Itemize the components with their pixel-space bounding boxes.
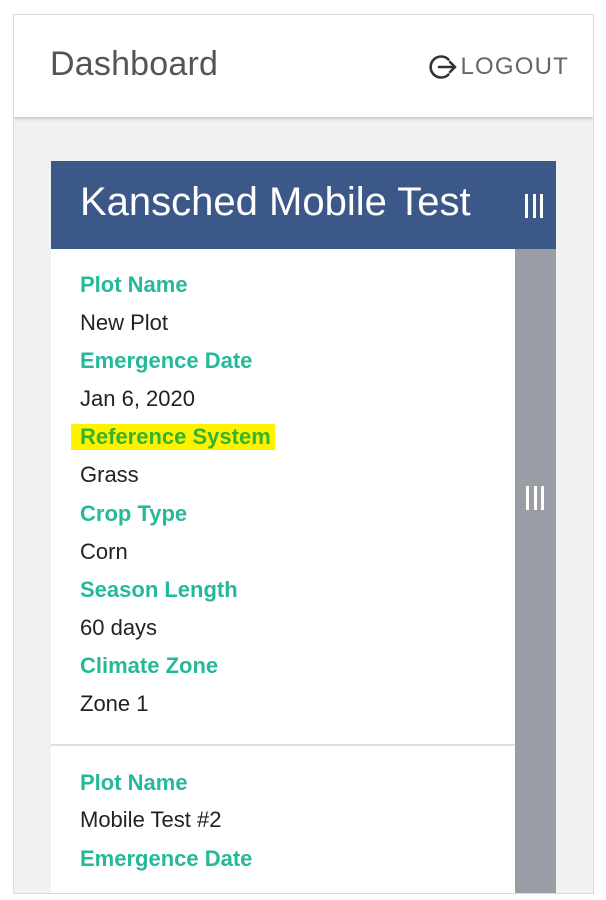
page-title: Dashboard bbox=[50, 45, 219, 83]
crop-type-label: Crop Type bbox=[80, 501, 188, 526]
season-length-value: 60 days bbox=[80, 615, 158, 640]
scrollbar[interactable] bbox=[515, 249, 556, 893]
logout-icon bbox=[429, 55, 457, 79]
farm-card: Kansched Mobile Test Plot Name New Plot … bbox=[51, 161, 556, 893]
plot-item[interactable]: Plot Name Mobile Test #2 Emergence Date bbox=[51, 746, 515, 893]
app-header: Dashboard LOGOUT bbox=[14, 15, 593, 117]
card-header: Kansched Mobile Test bbox=[51, 161, 556, 249]
reference-system-label: Reference System bbox=[71, 424, 275, 450]
card-title: Kansched Mobile Test bbox=[80, 180, 471, 224]
climate-zone-label: Climate Zone bbox=[80, 653, 219, 678]
plot-name-value: Mobile Test #2 bbox=[80, 807, 222, 832]
drag-handle-icon[interactable] bbox=[526, 486, 544, 510]
crop-type-value: Corn bbox=[80, 539, 128, 564]
emergence-date-label: Emergence Date bbox=[80, 348, 253, 373]
logout-label: LOGOUT bbox=[460, 53, 569, 80]
app-frame: Dashboard LOGOUT Kansched Mobile Test Pl… bbox=[13, 14, 594, 894]
plot-name-value: New Plot bbox=[80, 310, 169, 335]
reference-system-value: Grass bbox=[80, 462, 139, 487]
logout-button[interactable]: LOGOUT bbox=[428, 51, 569, 83]
plot-name-label: Plot Name bbox=[80, 272, 188, 297]
drag-handle-icon[interactable] bbox=[525, 194, 543, 218]
climate-zone-value: Zone 1 bbox=[80, 691, 149, 716]
plot-item[interactable]: Plot Name New Plot Emergence Date Jan 6,… bbox=[51, 249, 515, 746]
season-length-label: Season Length bbox=[80, 577, 238, 602]
emergence-date-value: Jan 6, 2020 bbox=[80, 386, 195, 411]
emergence-date-label: Emergence Date bbox=[80, 846, 253, 871]
plot-name-label: Plot Name bbox=[80, 770, 188, 795]
